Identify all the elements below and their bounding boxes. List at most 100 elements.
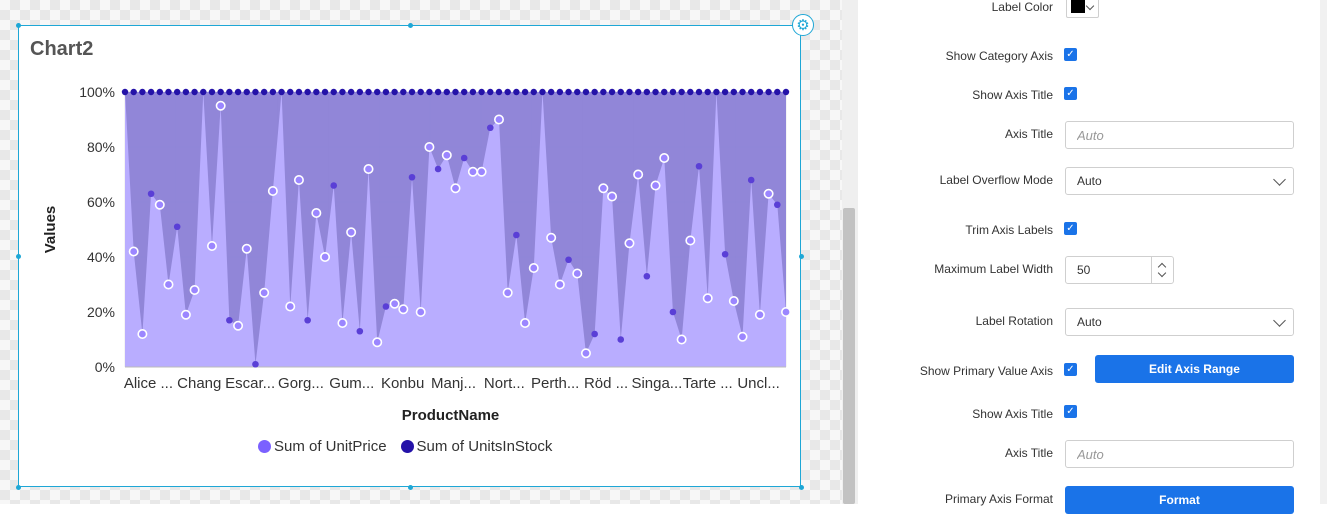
legend-item-unitsinstock[interactable]: Sum of UnitsInStock xyxy=(400,438,553,455)
data-point-unitsinstock xyxy=(574,88,581,96)
data-point-unitprice xyxy=(617,336,625,343)
chevron-down-icon[interactable] xyxy=(1157,268,1167,278)
data-point-unitprice xyxy=(669,308,677,316)
data-point-unitsinstock xyxy=(139,88,146,96)
data-point-unitprice xyxy=(346,227,357,238)
data-point-unitprice xyxy=(546,232,557,243)
data-point-unitprice xyxy=(241,243,252,254)
x-tick-label: Nort... xyxy=(484,375,525,392)
data-point-unitprice xyxy=(293,175,304,186)
x-tick-label: Singa... xyxy=(631,375,682,392)
data-point-unitprice xyxy=(467,166,478,177)
panel-scrollbar[interactable] xyxy=(1320,0,1327,504)
data-point-unitsinstock xyxy=(608,88,616,96)
data-point-unitprice xyxy=(154,199,165,210)
data-point-unitprice xyxy=(747,176,755,184)
canvas-scrollbar-thumb[interactable] xyxy=(843,208,855,504)
data-point-unitsinstock xyxy=(452,88,459,96)
data-point-unitprice xyxy=(398,304,409,315)
data-point-unitsinstock xyxy=(547,88,555,96)
data-point-unitprice xyxy=(382,303,390,310)
data-point-unitsinstock xyxy=(234,88,242,96)
data-point-unitprice xyxy=(180,309,191,320)
data-point-unitsinstock xyxy=(400,88,407,96)
data-point-unitsinstock xyxy=(513,88,520,96)
axis-title-2-input[interactable] xyxy=(1065,440,1294,468)
data-point-unitsinstock xyxy=(191,88,198,96)
data-point-unitsinstock xyxy=(556,88,564,96)
data-point-unitsinstock xyxy=(643,88,651,96)
label-overflow-mode-select[interactable]: Auto xyxy=(1065,167,1294,195)
data-point-unitprice xyxy=(206,241,217,252)
data-point-unitprice xyxy=(676,334,687,345)
legend-item-unitprice[interactable]: Sum of UnitPrice xyxy=(258,438,387,455)
data-point-unitsinstock xyxy=(382,88,390,96)
max-label-width-stepper[interactable]: 50 xyxy=(1065,256,1174,284)
data-point-unitsinstock xyxy=(391,88,398,96)
axis-title-label: Axis Title xyxy=(1004,127,1053,141)
properties-panel xyxy=(858,0,1320,504)
trim-axis-labels-checkbox[interactable]: ✓ xyxy=(1064,222,1077,235)
data-point-unitsinstock xyxy=(469,88,477,96)
edit-axis-range-button[interactable]: Edit Axis Range xyxy=(1095,355,1294,383)
axis-title-input[interactable] xyxy=(1065,121,1294,149)
data-point-unitprice xyxy=(659,153,670,164)
x-tick-label: Konbu xyxy=(381,375,424,392)
label-color-picker[interactable] xyxy=(1066,0,1099,18)
legend-label-unitsinstock: Sum of UnitsInStock xyxy=(416,438,553,455)
data-point-unitsinstock xyxy=(756,88,764,96)
y-tick-label: 100% xyxy=(79,84,115,100)
data-point-unitprice xyxy=(763,188,774,199)
data-point-unitsinstock xyxy=(695,88,703,96)
show-category-axis-checkbox[interactable]: ✓ xyxy=(1064,48,1077,61)
data-point-unitsinstock xyxy=(443,88,451,96)
data-point-unitsinstock xyxy=(460,88,468,96)
label-rotation-select[interactable]: Auto xyxy=(1065,308,1294,336)
data-point-unitsinstock xyxy=(330,88,337,96)
show-axis-title-2-checkbox[interactable]: ✓ xyxy=(1064,405,1077,418)
data-point-unitprice xyxy=(737,331,748,342)
data-point-unitsinstock xyxy=(634,88,642,96)
show-axis-title-2-label: Show Axis Title xyxy=(972,407,1053,421)
y-tick-label: 20% xyxy=(87,304,115,320)
data-point-unitsinstock xyxy=(182,88,190,96)
label-rotation-value: Auto xyxy=(1077,315,1102,329)
data-point-unitsinstock xyxy=(278,88,285,96)
label-color-label: Label Color xyxy=(991,0,1053,14)
data-point-unitprice xyxy=(252,360,259,368)
data-point-unitsinstock xyxy=(147,88,155,96)
data-point-unitprice xyxy=(147,190,155,198)
data-point-unitsinstock xyxy=(582,88,590,96)
data-point-unitprice xyxy=(173,223,181,231)
data-point-unitsinstock xyxy=(739,88,746,96)
data-point-unitsinstock xyxy=(121,88,129,96)
data-point-unitsinstock xyxy=(478,88,485,96)
chevron-down-icon xyxy=(1273,314,1286,327)
data-point-unitsinstock xyxy=(287,88,294,96)
data-point-unitprice xyxy=(415,306,426,317)
show-axis-title-checkbox[interactable]: ✓ xyxy=(1064,87,1077,100)
data-point-unitprice xyxy=(311,208,322,219)
data-point-unitprice xyxy=(330,182,338,189)
max-label-width-value: 50 xyxy=(1077,263,1091,277)
data-point-unitprice xyxy=(408,173,416,181)
data-point-unitsinstock xyxy=(652,88,659,96)
label-overflow-mode-label: Label Overflow Mode xyxy=(939,173,1053,187)
data-point-unitsinstock xyxy=(539,88,546,96)
data-point-unitsinstock xyxy=(321,88,329,96)
data-point-unitprice xyxy=(580,348,591,359)
data-point-unitprice xyxy=(702,293,713,304)
data-point-unitprice xyxy=(721,250,729,258)
data-point-unitsinstock xyxy=(408,88,416,96)
y-tick-label: 40% xyxy=(87,249,115,265)
data-point-unitprice xyxy=(513,231,520,239)
data-point-unitprice xyxy=(441,150,452,161)
show-primary-value-axis-checkbox[interactable]: ✓ xyxy=(1064,363,1077,376)
stepper-buttons[interactable] xyxy=(1151,257,1173,283)
data-point-unitprice xyxy=(233,320,244,331)
data-point-unitsinstock xyxy=(704,88,711,96)
data-point-unitsinstock xyxy=(617,88,624,96)
data-point-unitprice xyxy=(285,301,296,312)
format-button[interactable]: Format xyxy=(1065,486,1294,514)
data-point-unitprice xyxy=(528,262,539,273)
